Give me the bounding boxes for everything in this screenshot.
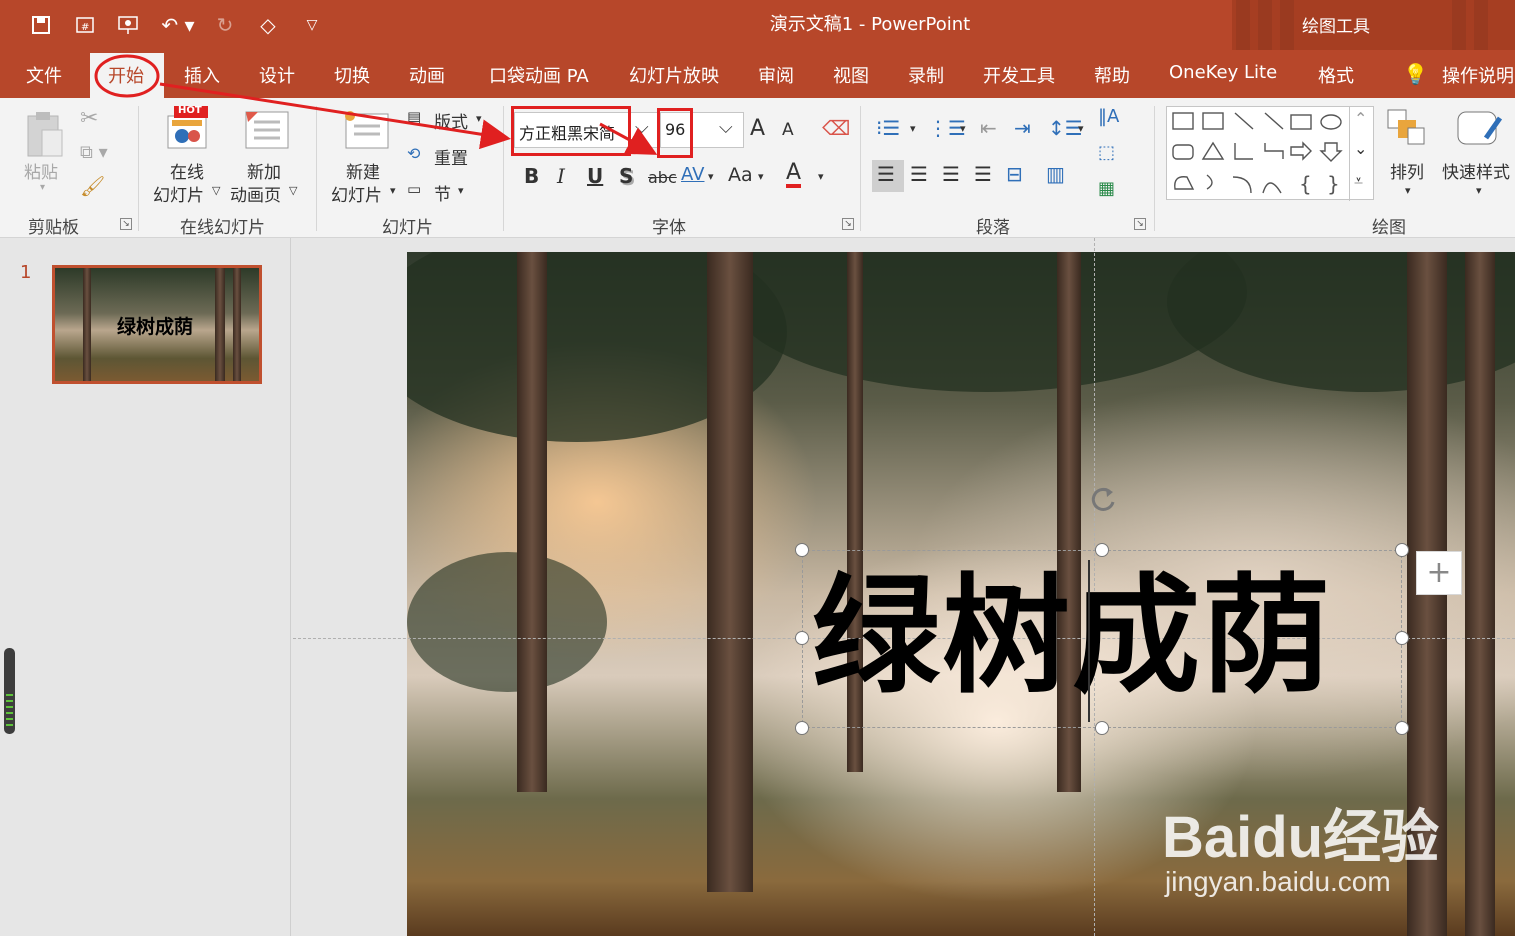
resize-handle-top-left[interactable] bbox=[795, 543, 809, 557]
layout-options-plus-icon[interactable]: + bbox=[1416, 551, 1462, 595]
resize-handle-right[interactable] bbox=[1395, 631, 1409, 645]
text-cursor bbox=[1088, 560, 1090, 722]
slide-thumbnail-title: 绿树成荫 bbox=[117, 316, 194, 338]
baidu-watermark: Baidu经验 bbox=[1162, 805, 1440, 870]
slide-title-text[interactable]: 绿树成荫 bbox=[812, 552, 1412, 722]
annotation-arrows bbox=[159, 82, 658, 155]
resize-handle-bottom-right[interactable] bbox=[1395, 721, 1409, 735]
baidu-watermark-url: jingyan.baidu.com bbox=[1165, 866, 1391, 897]
resize-handle-bottom[interactable] bbox=[1095, 721, 1109, 735]
slides-group-label: 幻灯片 bbox=[382, 218, 433, 238]
slide-number: 1 bbox=[20, 262, 32, 283]
resize-handle-bottom-left[interactable] bbox=[795, 721, 809, 735]
paragraph-launcher-icon[interactable]: ↘ bbox=[1134, 218, 1146, 230]
resize-handle-top-right[interactable] bbox=[1395, 543, 1409, 557]
slide-thumbnail[interactable]: 绿树成荫 bbox=[52, 265, 262, 384]
font-launcher-icon[interactable]: ↘ bbox=[842, 218, 854, 230]
zoom-indicator[interactable] bbox=[4, 648, 15, 734]
drawing-group-label: 绘图 bbox=[1372, 218, 1406, 238]
resize-handle-left[interactable] bbox=[795, 631, 809, 645]
paragraph-group-label: 段落 bbox=[976, 218, 1010, 238]
rotate-handle-icon[interactable] bbox=[1088, 484, 1118, 514]
online-slides-group-label: 在线幻灯片 bbox=[180, 218, 265, 238]
resize-handle-top[interactable] bbox=[1095, 543, 1109, 557]
clipboard-launcher-icon[interactable]: ↘ bbox=[120, 218, 132, 230]
font-group-label: 字体 bbox=[652, 218, 686, 238]
clipboard-group-label: 剪贴板 bbox=[28, 218, 79, 238]
